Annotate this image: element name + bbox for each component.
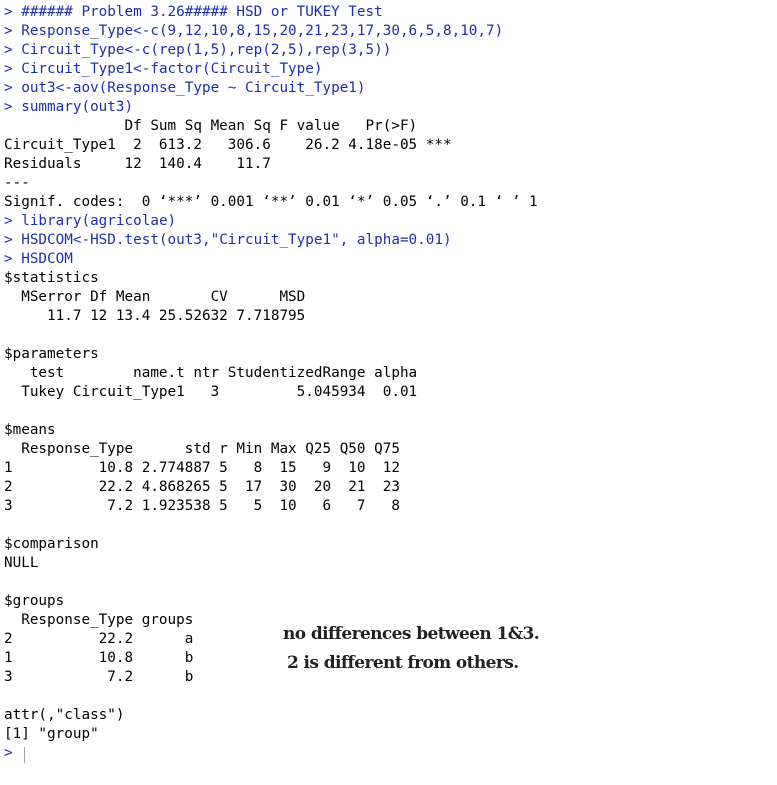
annotation-note: 2 is different from others. xyxy=(287,653,519,673)
command-text: Circuit_Type<-c(rep(1,5),rep(2,5),rep(3,… xyxy=(21,42,392,58)
parameters-header: test name.t ntr StudentizedRange alpha xyxy=(4,365,418,381)
anova-separator: --- xyxy=(4,175,30,191)
groups-row: 1 10.8 b xyxy=(4,650,194,666)
r-console[interactable]: > ###### Problem 3.26##### HSD or TUKEY … xyxy=(0,0,777,785)
command-line: > ###### Problem 3.26##### HSD or TUKEY … xyxy=(4,3,383,22)
groups-header: Response_Type groups xyxy=(4,612,194,628)
groups-row: 3 7.2 b xyxy=(4,669,194,685)
means-row: 2 22.2 4.868265 5 17 30 20 21 23 xyxy=(4,479,400,495)
attr-value: [1] "group" xyxy=(4,726,99,742)
statistics-row: 11.7 12 13.4 25.52632 7.718795 xyxy=(4,308,306,324)
command-line: > out3<-aov(Response_Type ~ Circuit_Type… xyxy=(4,79,366,98)
command-line: > HSDCOM xyxy=(4,250,73,269)
annotation-note: no differences between 1&3. xyxy=(283,624,540,644)
command-line: > Circuit_Type<-c(rep(1,5),rep(2,5),rep(… xyxy=(4,41,391,60)
parameters-row: Tukey Circuit_Type1 3 5.045934 0.01 xyxy=(4,384,418,400)
groups-row: 2 22.2 a xyxy=(4,631,194,647)
comparison-value: NULL xyxy=(4,555,39,571)
prompt: > xyxy=(4,61,13,77)
command-line: > Response_Type<-c(9,12,10,8,15,20,21,23… xyxy=(4,22,503,41)
signif-codes: Signif. codes: 0 ‘***’ 0.001 ‘**’ 0.01 ‘… xyxy=(4,194,538,210)
command-line: > HSDCOM<-HSD.test(out3,"Circuit_Type1",… xyxy=(4,231,452,250)
command-text: HSDCOM<-HSD.test(out3,"Circuit_Type1", a… xyxy=(21,232,452,248)
prompt: > xyxy=(4,232,13,248)
anova-header: Df Sum Sq Mean Sq F value Pr(>F) xyxy=(4,118,452,134)
command-line: > summary(out3) xyxy=(4,98,133,117)
prompt: > xyxy=(4,745,13,761)
anova-row: Circuit_Type1 2 613.2 306.6 26.2 4.18e-0… xyxy=(4,137,452,153)
command-text: summary(out3) xyxy=(21,99,134,115)
prompt: > xyxy=(4,251,13,267)
prompt: > xyxy=(4,42,13,58)
means-header: Response_Type std r Min Max Q25 Q50 Q75 xyxy=(4,441,400,457)
anova-row: Residuals 12 140.4 11.7 xyxy=(4,156,452,172)
prompt: > xyxy=(4,23,13,39)
command-text: Response_Type<-c(9,12,10,8,15,20,21,23,1… xyxy=(21,23,504,39)
groups-title: $groups xyxy=(4,593,65,609)
comparison-title: $comparison xyxy=(4,536,99,552)
command-text: library(agricolae) xyxy=(21,213,177,229)
command-line: > Circuit_Type1<-factor(Circuit_Type) xyxy=(4,60,322,79)
parameters-title: $parameters xyxy=(4,346,99,362)
attr-line: attr(,"class") xyxy=(4,707,125,723)
command-line: > library(agricolae) xyxy=(4,212,176,231)
prompt: > xyxy=(4,80,13,96)
command-text: out3<-aov(Response_Type ~ Circuit_Type1) xyxy=(21,80,366,96)
prompt: > xyxy=(4,99,13,115)
means-row: 1 10.8 2.774887 5 8 15 9 10 12 xyxy=(4,460,400,476)
statistics-header: MSerror Df Mean CV MSD xyxy=(4,289,306,305)
means-title: $means xyxy=(4,422,56,438)
command-text: Circuit_Type1<-factor(Circuit_Type) xyxy=(21,61,323,77)
means-row: 3 7.2 1.923538 5 5 10 6 7 8 xyxy=(4,498,400,514)
input-prompt[interactable]: > xyxy=(4,744,13,763)
statistics-title: $statistics xyxy=(4,270,99,286)
text-cursor xyxy=(24,747,25,763)
prompt: > xyxy=(4,213,13,229)
command-text: ###### Problem 3.26##### HSD or TUKEY Te… xyxy=(21,4,383,20)
prompt: > xyxy=(4,4,13,20)
command-text: HSDCOM xyxy=(21,251,73,267)
